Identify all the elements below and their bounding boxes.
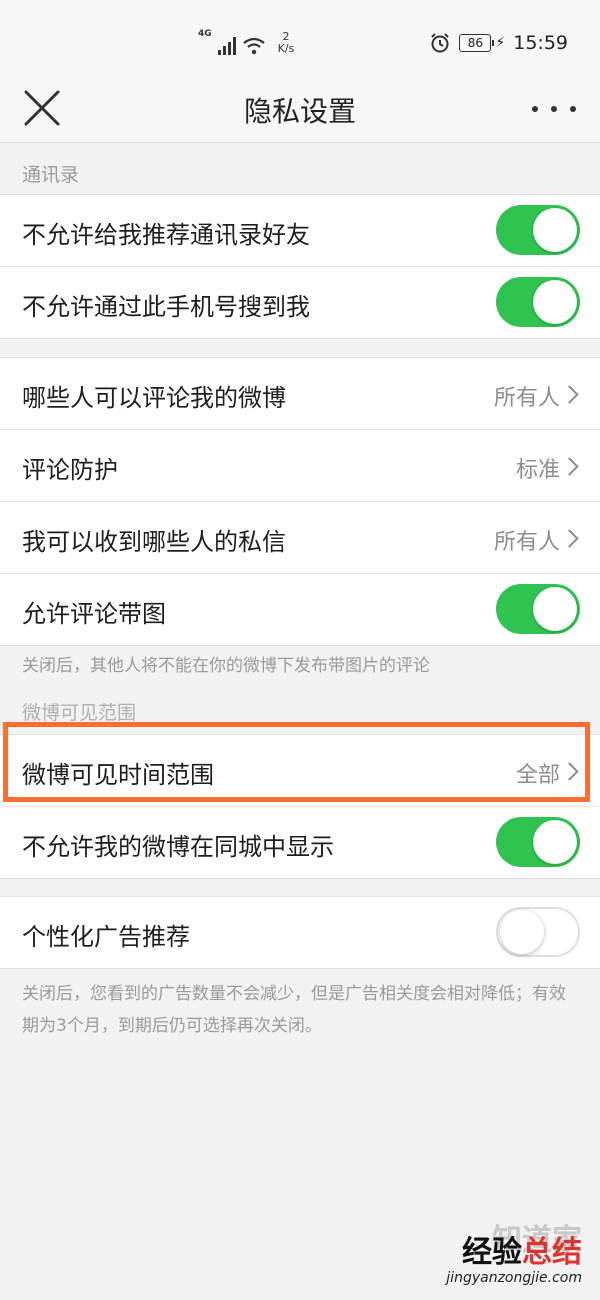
setting-row-same-city: 不允许我的微博在同城中显示 [0, 807, 600, 878]
setting-row-personalized-ads: 个性化广告推荐 [0, 897, 600, 968]
signal-icon [217, 37, 236, 55]
chevron-right-icon [560, 529, 579, 548]
setting-value: 全部 [515, 763, 560, 788]
group-interaction: 哪些人可以评论我的微博 所有人 评论防护 标准 我可以收到哪些人的私信 所有人 … [0, 357, 600, 646]
setting-label: 允许评论带图 [22, 600, 166, 628]
chevron-right-icon [560, 762, 579, 781]
section-label-visibility: 微博可见范围 [22, 702, 137, 724]
setting-row-visible-time-range[interactable]: 微博可见时间范围 全部 [0, 735, 600, 807]
setting-row-comment-protection[interactable]: 评论防护 标准 [0, 430, 600, 502]
setting-label: 微博可见时间范围 [22, 761, 214, 789]
setting-label: 我可以收到哪些人的私信 [22, 528, 286, 556]
setting-value: 所有人 [493, 386, 560, 411]
network-type: 4G [198, 29, 212, 39]
watermark-brand-red: 总结 [522, 1235, 582, 1270]
setting-row-private-messages[interactable]: 我可以收到哪些人的私信 所有人 [0, 502, 600, 574]
setting-label: 个性化广告推荐 [22, 923, 190, 951]
toggle-switch-comment-images[interactable] [496, 584, 580, 634]
setting-label: 不允许我的微博在同城中显示 [22, 833, 334, 861]
toggle-switch-same-city[interactable] [496, 817, 580, 867]
setting-label: 不允许通过此手机号搜到我 [22, 293, 310, 321]
nav-bar: 隐私设置 [0, 76, 600, 143]
status-bar: 4G 2 K/s 86 ⚡ 15:59 [0, 0, 600, 76]
setting-label: 评论防护 [22, 456, 118, 484]
setting-row-recommend-contacts: 不允许给我推荐通讯录好友 [0, 195, 600, 267]
chevron-right-icon [560, 457, 579, 476]
watermark-url: jingyanzongjie.com [446, 1270, 582, 1286]
status-right: 86 ⚡ 15:59 [429, 32, 568, 54]
toggle-switch-recommend-contacts[interactable] [496, 205, 580, 255]
group-visibility: 微博可见时间范围 全部 不允许我的微博在同城中显示 [0, 734, 600, 879]
chevron-right-icon [560, 385, 579, 404]
setting-row-comment-images: 允许评论带图 [0, 574, 600, 645]
speed-unit: K/s [277, 42, 295, 55]
network-status: 4G 2 K/s [198, 30, 294, 55]
watermark-logo: 知道家 经验总结 jingyanzongjie.com [446, 1224, 582, 1287]
setting-row-who-can-comment[interactable]: 哪些人可以评论我的微博 所有人 [0, 358, 600, 430]
toggle-switch-personalized-ads[interactable] [496, 907, 580, 957]
network-speed: 2 K/s [278, 31, 295, 55]
group-contacts: 不允许给我推荐通讯录好友 不允许通过此手机号搜到我 [0, 194, 600, 339]
alarm-icon [431, 33, 450, 53]
battery-icon: 86 [459, 34, 495, 52]
setting-label: 不允许给我推荐通讯录好友 [22, 221, 310, 249]
hint-comment-images: 关闭后，其他人将不能在你的微博下发布带图片的评论 [22, 656, 430, 676]
watermark-brand: 经验 [462, 1235, 522, 1270]
group-ads: 个性化广告推荐 [0, 896, 600, 969]
hint-personalized-ads: 关闭后，您看到的广告数量不会减少，但是广告相关度会相对降低；有效期为3个月，到期… [22, 984, 566, 1036]
setting-label: 哪些人可以评论我的微博 [22, 384, 286, 412]
wifi-icon [242, 37, 265, 55]
section-label-contacts: 通讯录 [22, 164, 80, 186]
setting-value: 标准 [515, 458, 560, 483]
setting-value: 所有人 [493, 530, 560, 555]
setting-row-search-by-phone: 不允许通过此手机号搜到我 [0, 267, 600, 338]
clock: 15:59 [513, 32, 568, 54]
page-title: 隐私设置 [243, 95, 356, 128]
charging-icon: ⚡ [495, 35, 506, 51]
more-icon[interactable] [532, 92, 576, 126]
toggle-switch-search-by-phone[interactable] [496, 277, 580, 327]
